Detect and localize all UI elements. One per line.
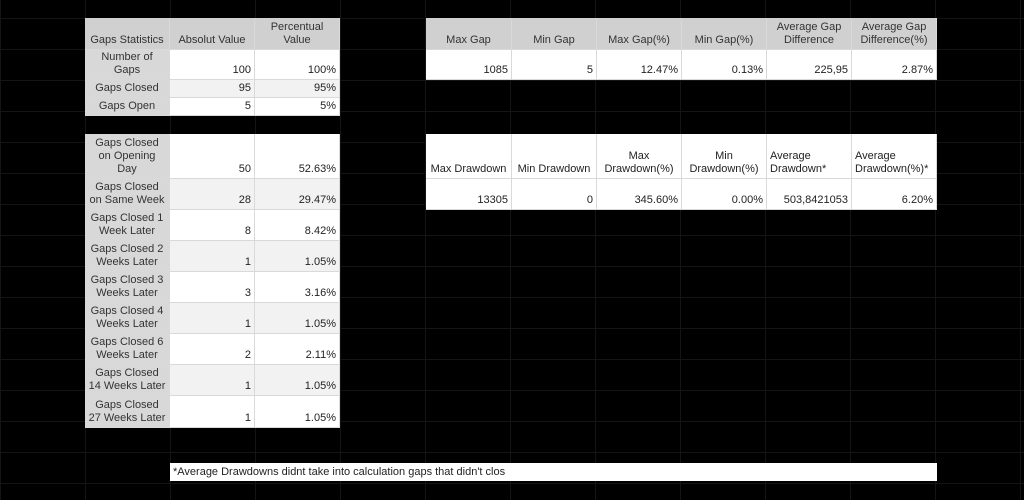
row-label-closed-6-weeks[interactable]: Gaps Closed 6 Weeks Later	[85, 334, 170, 365]
cell-number-of-gaps-absolute[interactable]: 100	[170, 50, 255, 80]
cell-closed-14-weeks-absolute[interactable]: 1	[170, 365, 255, 396]
header-max-gap[interactable]: Max Gap	[426, 18, 512, 50]
header-max-gap-pct[interactable]: Max Gap(%)	[597, 18, 682, 50]
cell-min-drawdown[interactable]: 0	[512, 179, 597, 210]
row-label-closed-3-weeks[interactable]: Gaps Closed 3 Weeks Later	[85, 272, 170, 303]
cell-closed-opening-day-percent[interactable]: 52.63%	[255, 134, 340, 179]
footnote-cell[interactable]: *Average Drawdowns didnt take into calcu…	[170, 463, 937, 481]
cell-average-drawdown[interactable]: 503,8421053	[767, 179, 852, 210]
header-absolut-value[interactable]: Absolut Value	[170, 18, 255, 50]
row-label-closed-27-weeks[interactable]: Gaps Closed 27 Weeks Later	[85, 396, 170, 428]
cell-average-gap-difference[interactable]: 225,95	[767, 50, 852, 80]
cell-gaps-open-absolute[interactable]: 5	[170, 98, 255, 116]
cell-gaps-closed-absolute[interactable]: 95	[170, 80, 255, 98]
cell-closed-2-weeks-absolute[interactable]: 1	[170, 241, 255, 272]
footnote-text: *Average Drawdowns didnt take into calcu…	[173, 465, 506, 478]
cell-max-gap[interactable]: 1085	[426, 50, 512, 80]
cell-average-gap-difference-pct[interactable]: 2.87%	[852, 50, 937, 80]
row-label-closed-1-week[interactable]: Gaps Closed 1 Week Later	[85, 210, 170, 241]
cell-closed-same-week-percent[interactable]: 29.47%	[255, 179, 340, 210]
header-min-gap-pct[interactable]: Min Gap(%)	[682, 18, 767, 50]
cell-closed-3-weeks-absolute[interactable]: 3	[170, 272, 255, 303]
header-min-drawdown-pct[interactable]: Min Drawdown(%)	[682, 134, 767, 179]
header-average-gap-difference[interactable]: Average Gap Difference	[767, 18, 852, 50]
cell-min-drawdown-pct[interactable]: 0.00%	[682, 179, 767, 210]
cell-closed-27-weeks-absolute[interactable]: 1	[170, 396, 255, 428]
header-min-drawdown[interactable]: Min Drawdown	[512, 134, 597, 179]
row-label-gaps-closed[interactable]: Gaps Closed	[85, 80, 170, 98]
cell-closed-6-weeks-absolute[interactable]: 2	[170, 334, 255, 365]
header-gaps-statistics[interactable]: Gaps Statistics	[85, 18, 170, 50]
row-label-closed-14-weeks[interactable]: Gaps Closed 14 Weeks Later	[85, 365, 170, 396]
header-min-gap[interactable]: Min Gap	[512, 18, 597, 50]
cell-max-gap-pct[interactable]: 12.47%	[597, 50, 682, 80]
cell-closed-6-weeks-percent[interactable]: 2.11%	[255, 334, 340, 365]
cell-closed-4-weeks-absolute[interactable]: 1	[170, 303, 255, 334]
cell-closed-14-weeks-percent[interactable]: 1.05%	[255, 365, 340, 396]
header-average-drawdown-pct[interactable]: Average Drawdown(%)*	[852, 134, 937, 179]
cell-number-of-gaps-percent[interactable]: 100%	[255, 50, 340, 80]
cell-gaps-open-percent[interactable]: 5%	[255, 98, 340, 116]
row-label-closed-same-week[interactable]: Gaps Closed on Same Week	[85, 179, 170, 210]
cell-max-drawdown-pct[interactable]: 345.60%	[597, 179, 682, 210]
row-label-closed-4-weeks[interactable]: Gaps Closed 4 Weeks Later	[85, 303, 170, 334]
cell-min-gap-pct[interactable]: 0.13%	[682, 50, 767, 80]
row-label-closed-2-weeks[interactable]: Gaps Closed 2 Weeks Later	[85, 241, 170, 272]
cell-average-drawdown-pct[interactable]: 6.20%	[852, 179, 937, 210]
row-label-gaps-open[interactable]: Gaps Open	[85, 98, 170, 116]
cell-gaps-closed-percent[interactable]: 95%	[255, 80, 340, 98]
row-label-number-of-gaps[interactable]: Number of Gaps	[85, 50, 170, 80]
header-average-drawdown[interactable]: Average Drawdown*	[767, 134, 852, 179]
header-average-gap-difference-pct[interactable]: Average Gap Difference(%)	[852, 18, 937, 50]
cell-closed-same-week-absolute[interactable]: 28	[170, 179, 255, 210]
cell-max-drawdown[interactable]: 13305	[426, 179, 512, 210]
cell-closed-4-weeks-percent[interactable]: 1.05%	[255, 303, 340, 334]
cell-closed-3-weeks-percent[interactable]: 3.16%	[255, 272, 340, 303]
cell-min-gap[interactable]: 5	[512, 50, 597, 80]
row-label-closed-opening-day[interactable]: Gaps Closed on Opening Day	[85, 134, 170, 179]
cell-closed-opening-day-absolute[interactable]: 50	[170, 134, 255, 179]
cell-closed-1-week-percent[interactable]: 8.42%	[255, 210, 340, 241]
cell-closed-2-weeks-percent[interactable]: 1.05%	[255, 241, 340, 272]
cell-closed-1-week-absolute[interactable]: 8	[170, 210, 255, 241]
cell-closed-27-weeks-percent[interactable]: 1.05%	[255, 396, 340, 428]
header-percentual-value[interactable]: Percentual Value	[255, 18, 340, 50]
header-max-drawdown[interactable]: Max Drawdown	[426, 134, 512, 179]
header-max-drawdown-pct[interactable]: Max Drawdown(%)	[597, 134, 682, 179]
